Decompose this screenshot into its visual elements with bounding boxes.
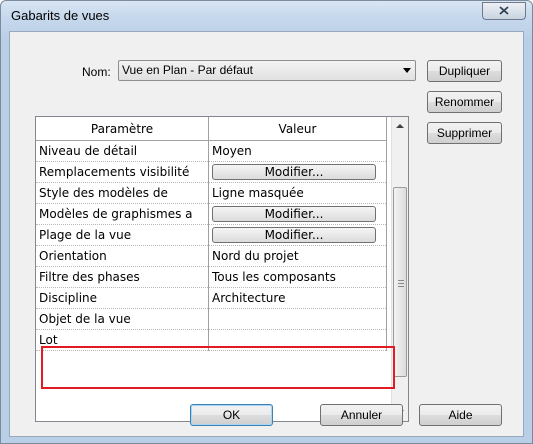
table-row[interactable]: Style des modèles de Ligne masquée	[36, 182, 387, 204]
window-title: Gabarits de vues	[11, 8, 110, 23]
column-header-value[interactable]: Valeur	[208, 117, 387, 141]
parameter-name-cell: Plage de la vue	[36, 224, 209, 246]
table-row[interactable]: Filtre des phases Tous les composants	[36, 266, 387, 288]
close-button[interactable]	[482, 2, 526, 20]
scrollbar-thumb[interactable]	[393, 187, 407, 377]
table-row[interactable]: Orientation Nord du projet	[36, 245, 387, 267]
table-row[interactable]: Discipline Architecture	[36, 287, 387, 309]
modify-button[interactable]: Modifier...	[212, 227, 376, 243]
nom-label: Nom:	[82, 65, 111, 79]
modify-button[interactable]: Modifier...	[212, 206, 376, 222]
chevron-down-icon	[403, 68, 411, 73]
nom-dropdown[interactable]: Vue en Plan - Par défaut	[118, 60, 416, 81]
close-icon	[499, 6, 509, 15]
rename-button[interactable]: Renommer	[427, 91, 502, 113]
grip-line	[398, 283, 404, 284]
properties-table: Paramètre Valeur Niveau de détail Moyen Re…	[36, 117, 387, 351]
delete-button[interactable]: Supprimer	[427, 122, 502, 144]
table-row[interactable]: Plage de la vue Modifier...	[36, 224, 387, 246]
parameter-value-cell[interactable]	[208, 308, 387, 330]
parameter-value-cell[interactable]: Tous les composants	[208, 266, 387, 288]
cancel-button[interactable]: Annuler	[320, 404, 403, 426]
duplicate-button[interactable]: Dupliquer	[427, 60, 502, 82]
grip-line	[398, 286, 404, 287]
table-row[interactable]: Remplacements visibilité Modifier...	[36, 161, 387, 183]
parameter-value-cell[interactable]: Moyen	[208, 140, 387, 162]
scroll-up-icon[interactable]	[396, 124, 404, 128]
dialog-body: Nom: Vue en Plan - Par défaut Dupliquer …	[9, 31, 524, 437]
grip-line	[398, 280, 404, 281]
table-row[interactable]: Niveau de détail Moyen	[36, 140, 387, 162]
column-header-parameter[interactable]: Paramètre	[36, 117, 209, 141]
nom-selected-value: Vue en Plan - Par défaut	[122, 63, 253, 77]
parameter-value-cell[interactable]: Modifier...	[208, 161, 387, 183]
parameter-name-cell: Style des modèles de	[36, 182, 209, 204]
parameter-value-cell[interactable]: Ligne masquée	[208, 182, 387, 204]
parameter-name-cell: Orientation	[36, 245, 209, 267]
parameter-name-cell: Objet de la vue	[36, 308, 209, 330]
parameter-name-cell: Discipline	[36, 287, 209, 309]
modify-button[interactable]: Modifier...	[212, 164, 376, 180]
help-button[interactable]: Aide	[419, 404, 502, 426]
highlight-annotation-box	[41, 346, 395, 389]
title-bar[interactable]: Gabarits de vues	[1, 1, 532, 31]
parameter-value-cell[interactable]: Modifier...	[208, 203, 387, 225]
parameter-value-cell[interactable]: Architecture	[208, 287, 387, 309]
parameter-name-cell: Modèles de graphismes a	[36, 203, 209, 225]
parameter-name-cell: Niveau de détail	[36, 140, 209, 162]
parameter-value-cell[interactable]: Modifier...	[208, 224, 387, 246]
ok-button[interactable]: OK	[190, 404, 273, 426]
parameter-name-cell: Remplacements visibilité	[36, 161, 209, 183]
dialog-window: Gabarits de vues Nom: Vue en Plan - Par …	[0, 0, 533, 444]
table-row[interactable]: Modèles de graphismes a Modifier...	[36, 203, 387, 225]
parameter-value-cell[interactable]: Nord du projet	[208, 245, 387, 267]
parameter-name-cell: Filtre des phases	[36, 266, 209, 288]
table-row[interactable]: Objet de la vue	[36, 308, 387, 330]
